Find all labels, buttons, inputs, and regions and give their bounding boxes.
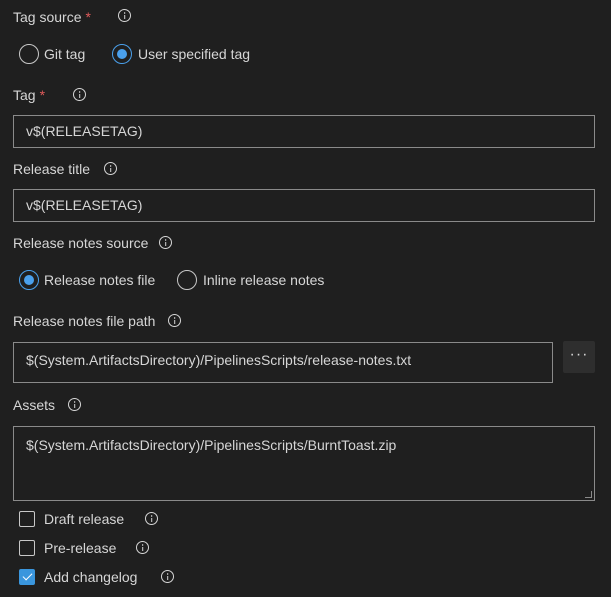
required-mark: * — [39, 87, 46, 103]
release-title-input[interactable]: v$(RELEASETAG) — [13, 189, 595, 222]
radio-inline-release-notes[interactable] — [177, 270, 197, 290]
assets-label: Assets — [13, 397, 56, 413]
radio-git-tag-label[interactable]: Git tag — [44, 45, 85, 63]
info-icon[interactable] — [145, 512, 158, 525]
tag-source-label: Tag source * — [13, 9, 91, 25]
radio-user-specified-tag[interactable] — [112, 44, 132, 64]
checkbox-add-changelog-label[interactable]: Add changelog — [44, 568, 137, 586]
radio-release-notes-file-label[interactable]: Release notes file — [44, 271, 155, 289]
radio-git-tag[interactable] — [19, 44, 39, 64]
info-icon[interactable] — [161, 570, 174, 583]
tag-label: Tag * — [13, 87, 46, 103]
checkbox-draft-release-label[interactable]: Draft release — [44, 510, 124, 528]
browse-more-button[interactable]: ··· — [563, 341, 595, 373]
release-notes-file-path-input[interactable]: $(System.ArtifactsDirectory)/PipelinesSc… — [13, 342, 553, 383]
tag-input-value: v$(RELEASETAG) — [26, 123, 143, 139]
info-icon[interactable] — [118, 9, 131, 22]
radio-release-notes-file[interactable] — [19, 270, 39, 290]
required-mark: * — [85, 9, 91, 25]
info-icon[interactable] — [68, 398, 81, 411]
release-title-label: Release title — [13, 161, 91, 177]
resize-handle-icon[interactable] — [585, 491, 592, 498]
checkbox-draft-release[interactable] — [19, 511, 35, 527]
info-icon[interactable] — [104, 162, 117, 175]
radio-user-specified-tag-label[interactable]: User specified tag — [138, 45, 250, 63]
assets-textarea-value: $(System.ArtifactsDirectory)/PipelinesSc… — [26, 437, 397, 453]
checkbox-pre-release-label[interactable]: Pre-release — [44, 539, 116, 557]
release-notes-file-path-value: $(System.ArtifactsDirectory)/PipelinesSc… — [26, 352, 412, 368]
release-notes-file-path-label: Release notes file path — [13, 313, 156, 329]
release-notes-source-label: Release notes source — [13, 235, 149, 251]
tag-input[interactable]: v$(RELEASETAG) — [13, 115, 595, 148]
assets-textarea[interactable]: $(System.ArtifactsDirectory)/PipelinesSc… — [13, 426, 595, 501]
radio-inline-release-notes-label[interactable]: Inline release notes — [203, 271, 324, 289]
checkbox-pre-release[interactable] — [19, 540, 35, 556]
info-icon[interactable] — [73, 88, 86, 101]
info-icon[interactable] — [136, 541, 149, 554]
release-title-input-value: v$(RELEASETAG) — [26, 197, 143, 213]
info-icon[interactable] — [159, 236, 172, 249]
checkbox-add-changelog[interactable] — [19, 569, 35, 585]
info-icon[interactable] — [168, 314, 181, 327]
